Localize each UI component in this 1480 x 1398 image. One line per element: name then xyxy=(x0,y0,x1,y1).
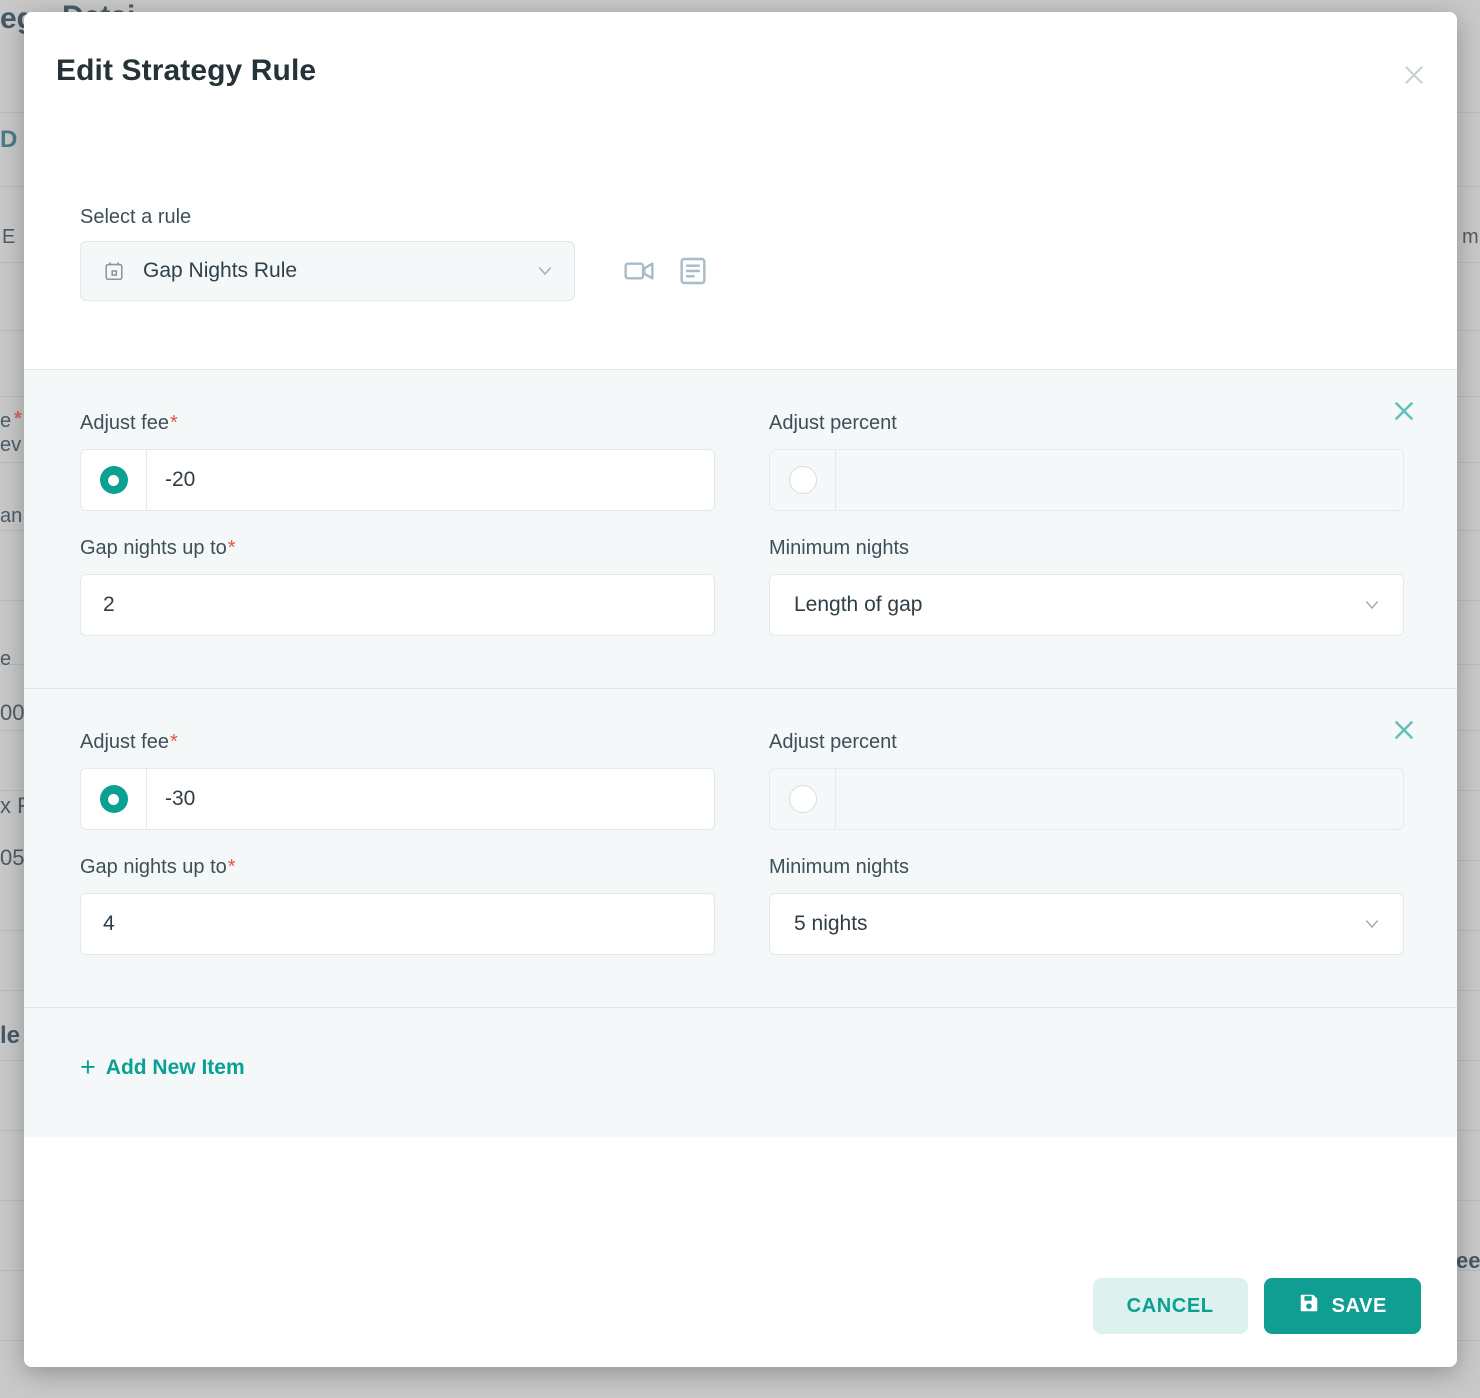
floppy-disk-save-icon xyxy=(1298,1292,1320,1320)
save-button[interactable]: SAVE xyxy=(1263,1278,1421,1334)
video-camera-icon[interactable] xyxy=(623,255,655,287)
remove-item-icon[interactable] xyxy=(1387,394,1421,428)
minimum-nights-field: Minimum nights Length of gap xyxy=(769,537,1404,636)
plus-icon: + xyxy=(80,1052,96,1082)
background-text: D xyxy=(0,126,18,153)
background-text: 05 xyxy=(0,845,25,870)
gap-nights-up-to-input[interactable]: 4 xyxy=(80,893,715,955)
adjust-percent-input-group[interactable] xyxy=(769,768,1404,830)
rule-item-row: Adjust fee* -30 Adjust percent Gap night… xyxy=(24,689,1457,1008)
radio-unselected-icon xyxy=(788,466,817,494)
adjust-fee-value[interactable]: -30 xyxy=(147,769,714,829)
rule-help-icons xyxy=(623,255,709,287)
gap-nights-up-to-label: Gap nights up to* xyxy=(80,856,236,878)
minimum-nights-select[interactable]: Length of gap xyxy=(769,574,1404,636)
background-text: an xyxy=(0,505,23,527)
edit-strategy-rule-dialog: Edit Strategy Rule Select a rule Gap Nig… xyxy=(24,12,1457,1367)
adjust-fee-label: Adjust fee* xyxy=(80,731,178,753)
adjust-fee-input-group[interactable]: -20 xyxy=(80,449,715,511)
select-a-rule-label: Select a rule xyxy=(80,206,192,228)
rule-select-dropdown[interactable]: Gap Nights Rule xyxy=(80,241,575,301)
dialog-body: Select a rule Gap Nights Rule Adjust fee… xyxy=(24,134,1457,1245)
minimum-nights-label: Minimum nights xyxy=(769,537,910,559)
dialog-header: Edit Strategy Rule xyxy=(24,12,1457,134)
background-text: e xyxy=(0,410,12,432)
adjust-percent-radio[interactable] xyxy=(770,450,836,510)
adjust-fee-input-group[interactable]: -30 xyxy=(80,768,715,830)
rule-selector-block: Select a rule Gap Nights Rule xyxy=(24,134,1457,370)
gap-nights-up-to-field: Gap nights up to* 2 xyxy=(80,537,715,636)
background-text: * xyxy=(14,408,22,430)
calendar-icon xyxy=(103,260,125,282)
minimum-nights-label: Minimum nights xyxy=(769,856,910,878)
save-label: SAVE xyxy=(1331,1294,1387,1317)
remove-item-icon[interactable] xyxy=(1387,713,1421,747)
adjust-fee-radio[interactable] xyxy=(81,769,147,829)
adjust-percent-value[interactable] xyxy=(836,450,1403,510)
radio-selected-icon xyxy=(99,785,128,813)
add-item-row: + Add New Item xyxy=(24,1008,1457,1137)
minimum-nights-select[interactable]: 5 nights xyxy=(769,893,1404,955)
background-text: ee xyxy=(1456,1248,1480,1273)
dialog-footer: CANCEL SAVE xyxy=(24,1245,1457,1367)
dialog-title: Edit Strategy Rule xyxy=(56,54,317,87)
adjust-fee-label: Adjust fee* xyxy=(80,412,178,434)
rule-items-list: Adjust fee* -20 Adjust percent Gap night… xyxy=(24,370,1457,1137)
adjust-percent-label: Adjust percent xyxy=(769,412,897,434)
background-text: ev xyxy=(0,434,22,456)
rule-selector-row: Gap Nights Rule xyxy=(80,241,1457,301)
adjust-percent-input-group[interactable] xyxy=(769,449,1404,511)
gap-nights-up-to-label: Gap nights up to* xyxy=(80,537,236,559)
close-icon[interactable] xyxy=(1397,58,1431,92)
rule-item-row: Adjust fee* -20 Adjust percent Gap night… xyxy=(24,370,1457,689)
adjust-fee-field: Adjust fee* -20 xyxy=(80,412,715,511)
adjust-percent-value[interactable] xyxy=(836,769,1403,829)
background-text: E xyxy=(2,226,16,248)
minimum-nights-value: Length of gap xyxy=(794,593,923,616)
rule-select-value: Gap Nights Rule xyxy=(143,259,298,282)
minimum-nights-field: Minimum nights 5 nights xyxy=(769,856,1404,955)
chevron-down-icon xyxy=(1363,915,1381,933)
adjust-percent-radio[interactable] xyxy=(770,769,836,829)
add-new-item-button[interactable]: + Add New Item xyxy=(80,1054,245,1081)
chevron-down-icon xyxy=(536,262,554,280)
gap-nights-up-to-field: Gap nights up to* 4 xyxy=(80,856,715,955)
cancel-button[interactable]: CANCEL xyxy=(1092,1278,1248,1334)
article-document-icon[interactable] xyxy=(677,255,709,287)
add-new-item-label: Add New Item xyxy=(105,1055,245,1079)
adjust-fee-value[interactable]: -20 xyxy=(147,450,714,510)
chevron-down-icon xyxy=(1363,596,1381,614)
background-text: e xyxy=(0,648,12,670)
background-text: le xyxy=(0,1022,21,1049)
minimum-nights-value: 5 nights xyxy=(794,912,868,935)
background-text: m xyxy=(1462,226,1479,248)
adjust-fee-field: Adjust fee* -30 xyxy=(80,731,715,830)
gap-nights-up-to-input[interactable]: 2 xyxy=(80,574,715,636)
background-text: 00 xyxy=(0,700,25,725)
adjust-fee-radio[interactable] xyxy=(81,450,147,510)
adjust-percent-label: Adjust percent xyxy=(769,731,897,753)
radio-selected-icon xyxy=(99,466,128,494)
adjust-percent-field: Adjust percent xyxy=(769,731,1404,830)
radio-unselected-icon xyxy=(788,785,817,813)
adjust-percent-field: Adjust percent xyxy=(769,412,1404,511)
